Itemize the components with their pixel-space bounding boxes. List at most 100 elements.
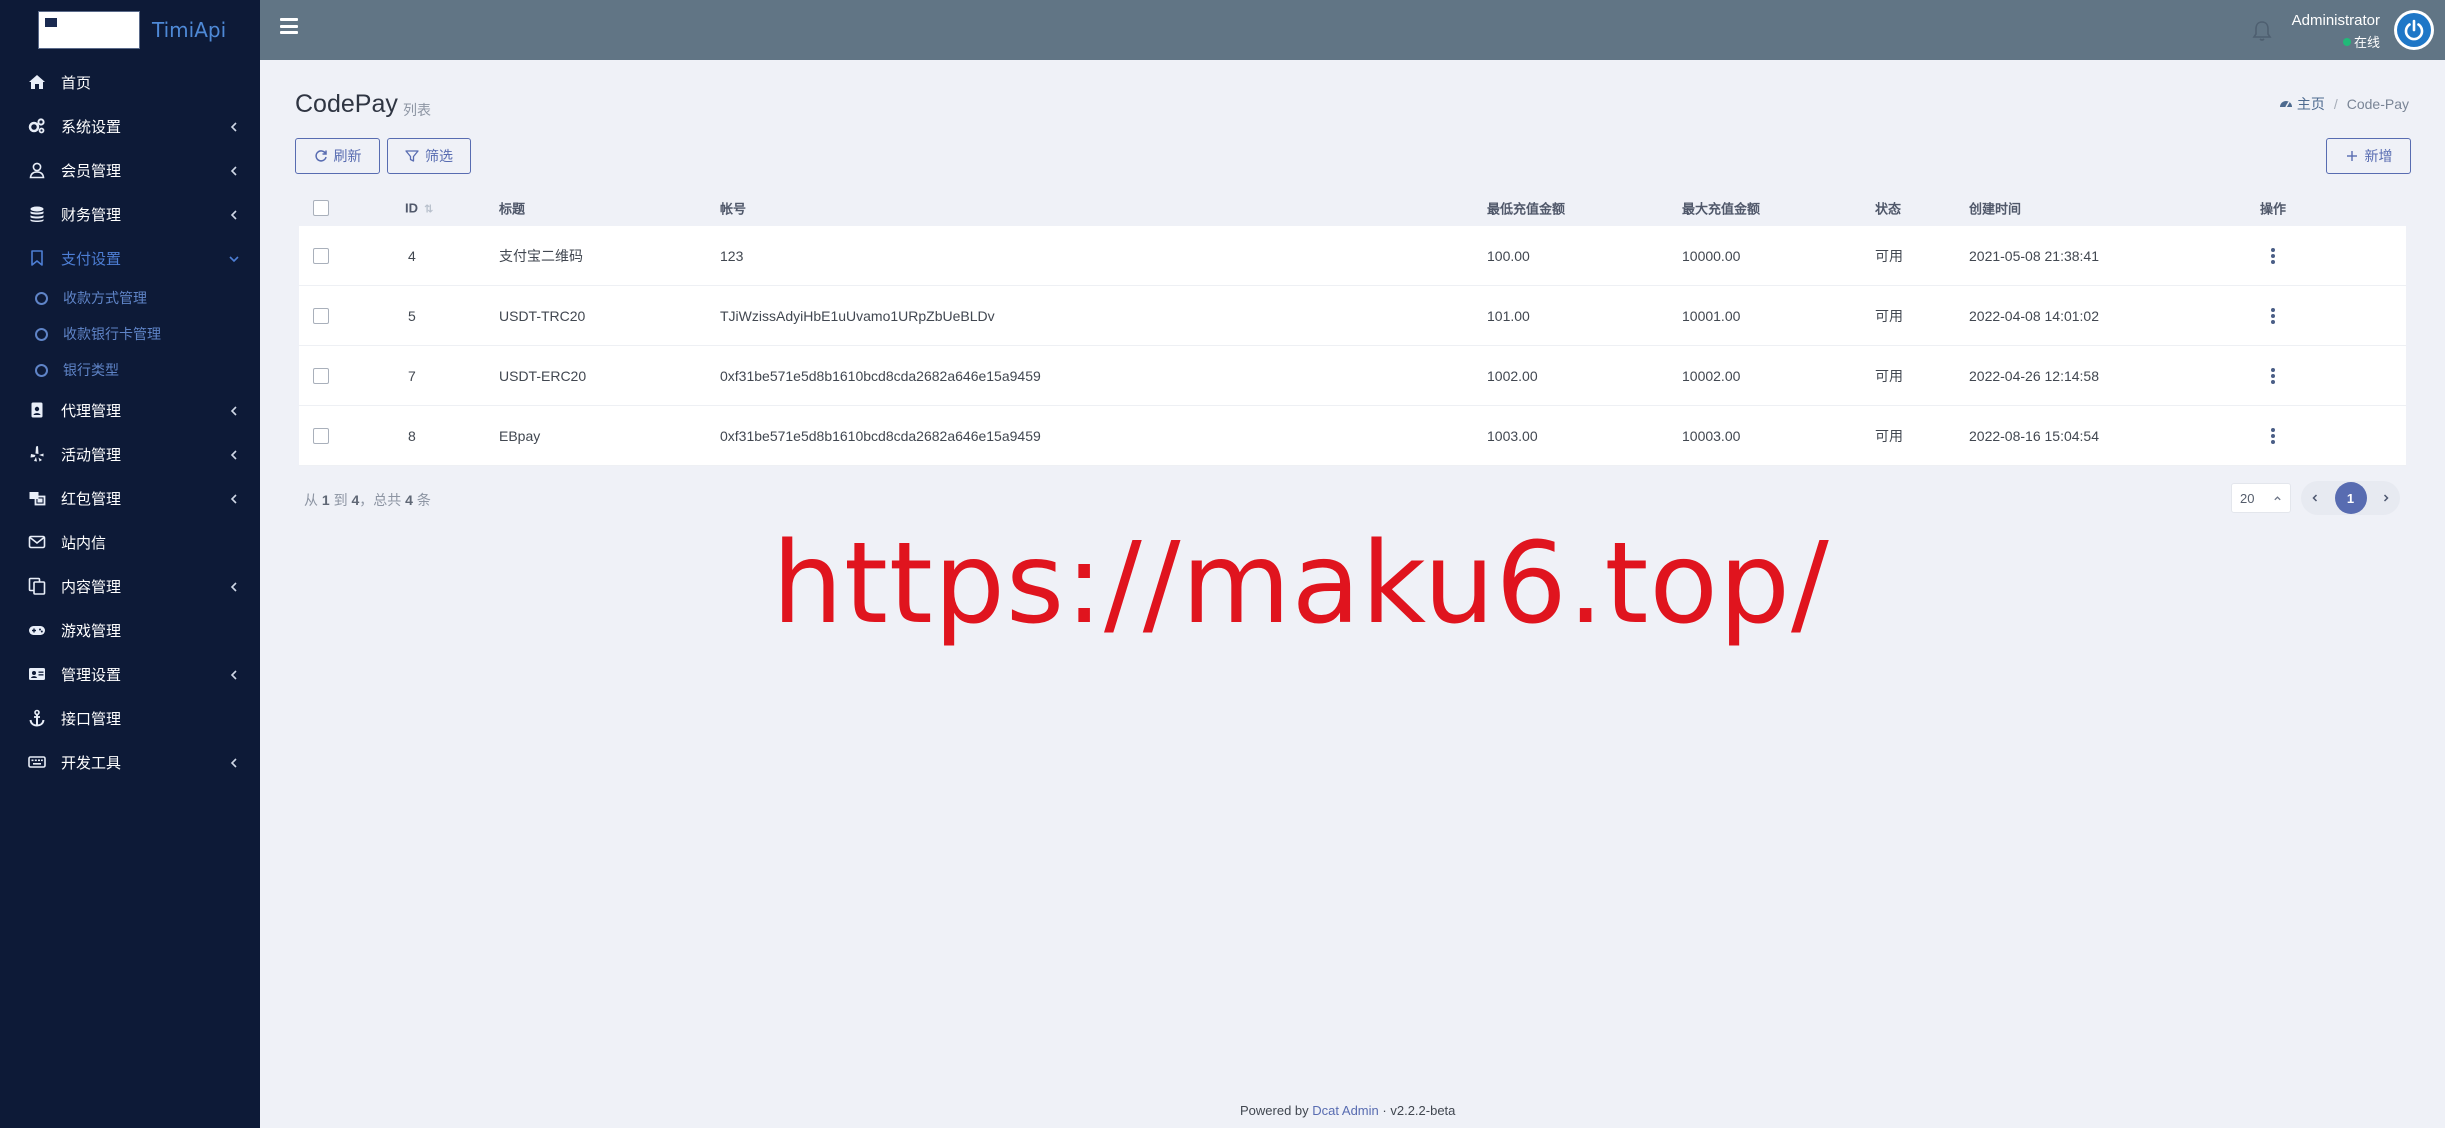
row-checkbox[interactable] <box>313 307 329 324</box>
cell-status: 可用 <box>1875 367 1903 384</box>
table-row[interactable]: 5 USDT-TRC20 TJiWzissAdyiHbE1uUvamo1URpZbU… <box>299 286 2406 346</box>
sidebar-item-label: 会员管理 <box>61 162 122 180</box>
cell-id: 7 <box>408 367 416 384</box>
chevron-left-icon <box>228 668 240 680</box>
sidebar-item-6[interactable]: 活动管理 <box>0 432 260 476</box>
cell-max-amount: 10002.00 <box>1682 367 1741 384</box>
sidebar-item-label: 游戏管理 <box>61 622 122 640</box>
hamburger-menu-icon[interactable] <box>280 18 298 34</box>
row-actions-icon[interactable] <box>2271 307 2275 324</box>
refresh-icon <box>314 150 327 162</box>
brand[interactable]: TimiApi <box>0 0 260 60</box>
filter-button[interactable]: 筛选 <box>387 138 471 174</box>
cell-account: TJiWzissAdyiHbE1uUvamo1URpZbUeBLDv <box>720 307 995 324</box>
table-row[interactable]: 4 支付宝二维码 123 100.00 10000.00 可用 2021-05-08 21:… <box>299 226 2406 286</box>
home-icon <box>27 72 47 92</box>
cell-max-amount: 10001.00 <box>1682 307 1741 324</box>
row-actions-icon[interactable] <box>2271 367 2275 384</box>
row-checkbox[interactable] <box>313 247 329 264</box>
page-footer: Powered by Dcat Admin · v2.2.2-beta <box>1240 1103 1456 1118</box>
dashboard-icon <box>2279 97 2293 111</box>
dcat-admin-link[interactable]: Dcat Admin <box>1312 1103 1378 1118</box>
watermark-url: https://maku6.top/ <box>772 519 1830 649</box>
prev-page-icon[interactable] <box>2310 493 2320 503</box>
online-dot-icon <box>2342 37 2351 46</box>
top-navbar: Administrator 在线 <box>260 0 2445 60</box>
next-page-icon[interactable] <box>2381 493 2391 503</box>
sidebar-item-4[interactable]: 支付设置 <box>0 236 260 280</box>
cell-min-amount: 100.00 <box>1487 247 1530 264</box>
sidebar-item-12[interactable]: 接口管理 <box>0 696 260 740</box>
anchor-icon <box>27 708 47 728</box>
chevron-left-icon <box>228 492 240 504</box>
submenu-item-0[interactable]: 收款方式管理 <box>0 280 260 316</box>
row-checkbox[interactable] <box>313 427 329 444</box>
sidebar-item-8[interactable]: 站内信 <box>0 520 260 564</box>
filter-icon <box>405 150 419 162</box>
chevron-left-icon <box>228 580 240 592</box>
chevron-down-icon <box>228 252 240 264</box>
select-all-checkbox[interactable] <box>313 200 329 216</box>
row-actions-icon[interactable] <box>2271 427 2275 444</box>
sidebar-item-2[interactable]: 会员管理 <box>0 148 260 192</box>
breadcrumb-home[interactable]: 主页 <box>2297 94 2325 114</box>
row-checkbox[interactable] <box>313 367 329 384</box>
cell-title: EBpay <box>499 427 541 444</box>
sort-icon[interactable]: ⇅ <box>424 203 433 216</box>
chevron-left-icon <box>228 208 240 220</box>
per-page-select[interactable]: 20 <box>2231 483 2291 513</box>
database-icon <box>27 204 47 224</box>
id-badge-icon <box>27 400 47 420</box>
cell-min-amount: 1003.00 <box>1487 427 1538 444</box>
row-actions-icon[interactable] <box>2271 247 2275 264</box>
cell-account: 123 <box>720 247 744 264</box>
column-header-title: 标题 <box>499 201 526 217</box>
refresh-button[interactable]: 刷新 <box>295 138 380 174</box>
bookmark-icon <box>27 248 47 268</box>
table-body: 4 支付宝二维码 123 100.00 10000.00 可用 2021-05-08 21:… <box>299 226 2406 466</box>
yelp-icon <box>27 444 47 464</box>
table-row[interactable]: 8 EBpay 0xf31be571e5d8b1610bcd8cda2682a646… <box>299 406 2406 466</box>
cell-account: 0xf31be571e5d8b1610bcd8cda2682a646e15a94… <box>720 427 1041 444</box>
cell-max-amount: 10003.00 <box>1682 427 1741 444</box>
page-current[interactable]: 1 <box>2334 482 2367 514</box>
submenu-item-2[interactable]: 银行类型 <box>0 352 260 388</box>
cell-created-at: 2022-08-16 15:04:54 <box>1969 427 2099 444</box>
sidebar-item-7[interactable]: 红包管理 <box>0 476 260 520</box>
sidebar-item-11[interactable]: 管理设置 <box>0 652 260 696</box>
column-header-max: 最大充值金额 <box>1682 201 1761 217</box>
cell-account: 0xf31be571e5d8b1610bcd8cda2682a646e15a94… <box>720 367 1041 384</box>
column-header-created: 创建时间 <box>1969 201 2022 217</box>
sidebar-item-3[interactable]: 财务管理 <box>0 192 260 236</box>
sidebar-item-9[interactable]: 内容管理 <box>0 564 260 608</box>
submenu-item-label: 收款银行卡管理 <box>63 326 161 342</box>
cell-id: 5 <box>408 307 416 324</box>
sidebar-item-0[interactable]: 首页 <box>0 60 260 104</box>
cell-created-at: 2022-04-08 14:01:02 <box>1969 307 2099 324</box>
sidebar-item-10[interactable]: 游戏管理 <box>0 608 260 652</box>
sidebar-item-13[interactable]: 开发工具 <box>0 740 260 784</box>
object-group-icon <box>27 488 47 508</box>
sidebar-item-1[interactable]: 系统设置 <box>0 104 260 148</box>
sidebar-item-label: 首页 <box>61 74 92 92</box>
column-header-id[interactable]: ID ⇅ <box>405 201 433 216</box>
new-button[interactable]: 新增 <box>2326 138 2411 174</box>
sidebar-item-label: 内容管理 <box>61 578 122 596</box>
cell-status: 可用 <box>1875 427 1903 444</box>
sidebar-item-5[interactable]: 代理管理 <box>0 388 260 432</box>
table-header: ID ⇅ 标题 帐号 最低充值金额 最大充值金额 状态 创建时间 操作 <box>299 190 2406 226</box>
user-info[interactable]: Administrator 在线 <box>2292 12 2380 51</box>
submenu-item-1[interactable]: 收款银行卡管理 <box>0 316 260 352</box>
envelope-icon <box>27 532 47 552</box>
sidebar-item-label: 管理设置 <box>61 666 122 684</box>
table-row[interactable]: 7 USDT-ERC20 0xf31be571e5d8b1610bcd8cda268… <box>299 346 2406 406</box>
sidebar-item-label: 代理管理 <box>61 402 122 420</box>
page-subtitle: 列表 <box>403 102 431 118</box>
avatar[interactable] <box>2394 10 2434 50</box>
cell-id: 8 <box>408 427 416 444</box>
cell-title: USDT-ERC20 <box>499 367 587 384</box>
column-header-status: 状态 <box>1875 201 1902 217</box>
breadcrumb: 主页 / Code-Pay <box>2279 94 2409 114</box>
sidebar-item-label: 财务管理 <box>61 206 122 224</box>
bell-icon[interactable] <box>2252 20 2272 42</box>
